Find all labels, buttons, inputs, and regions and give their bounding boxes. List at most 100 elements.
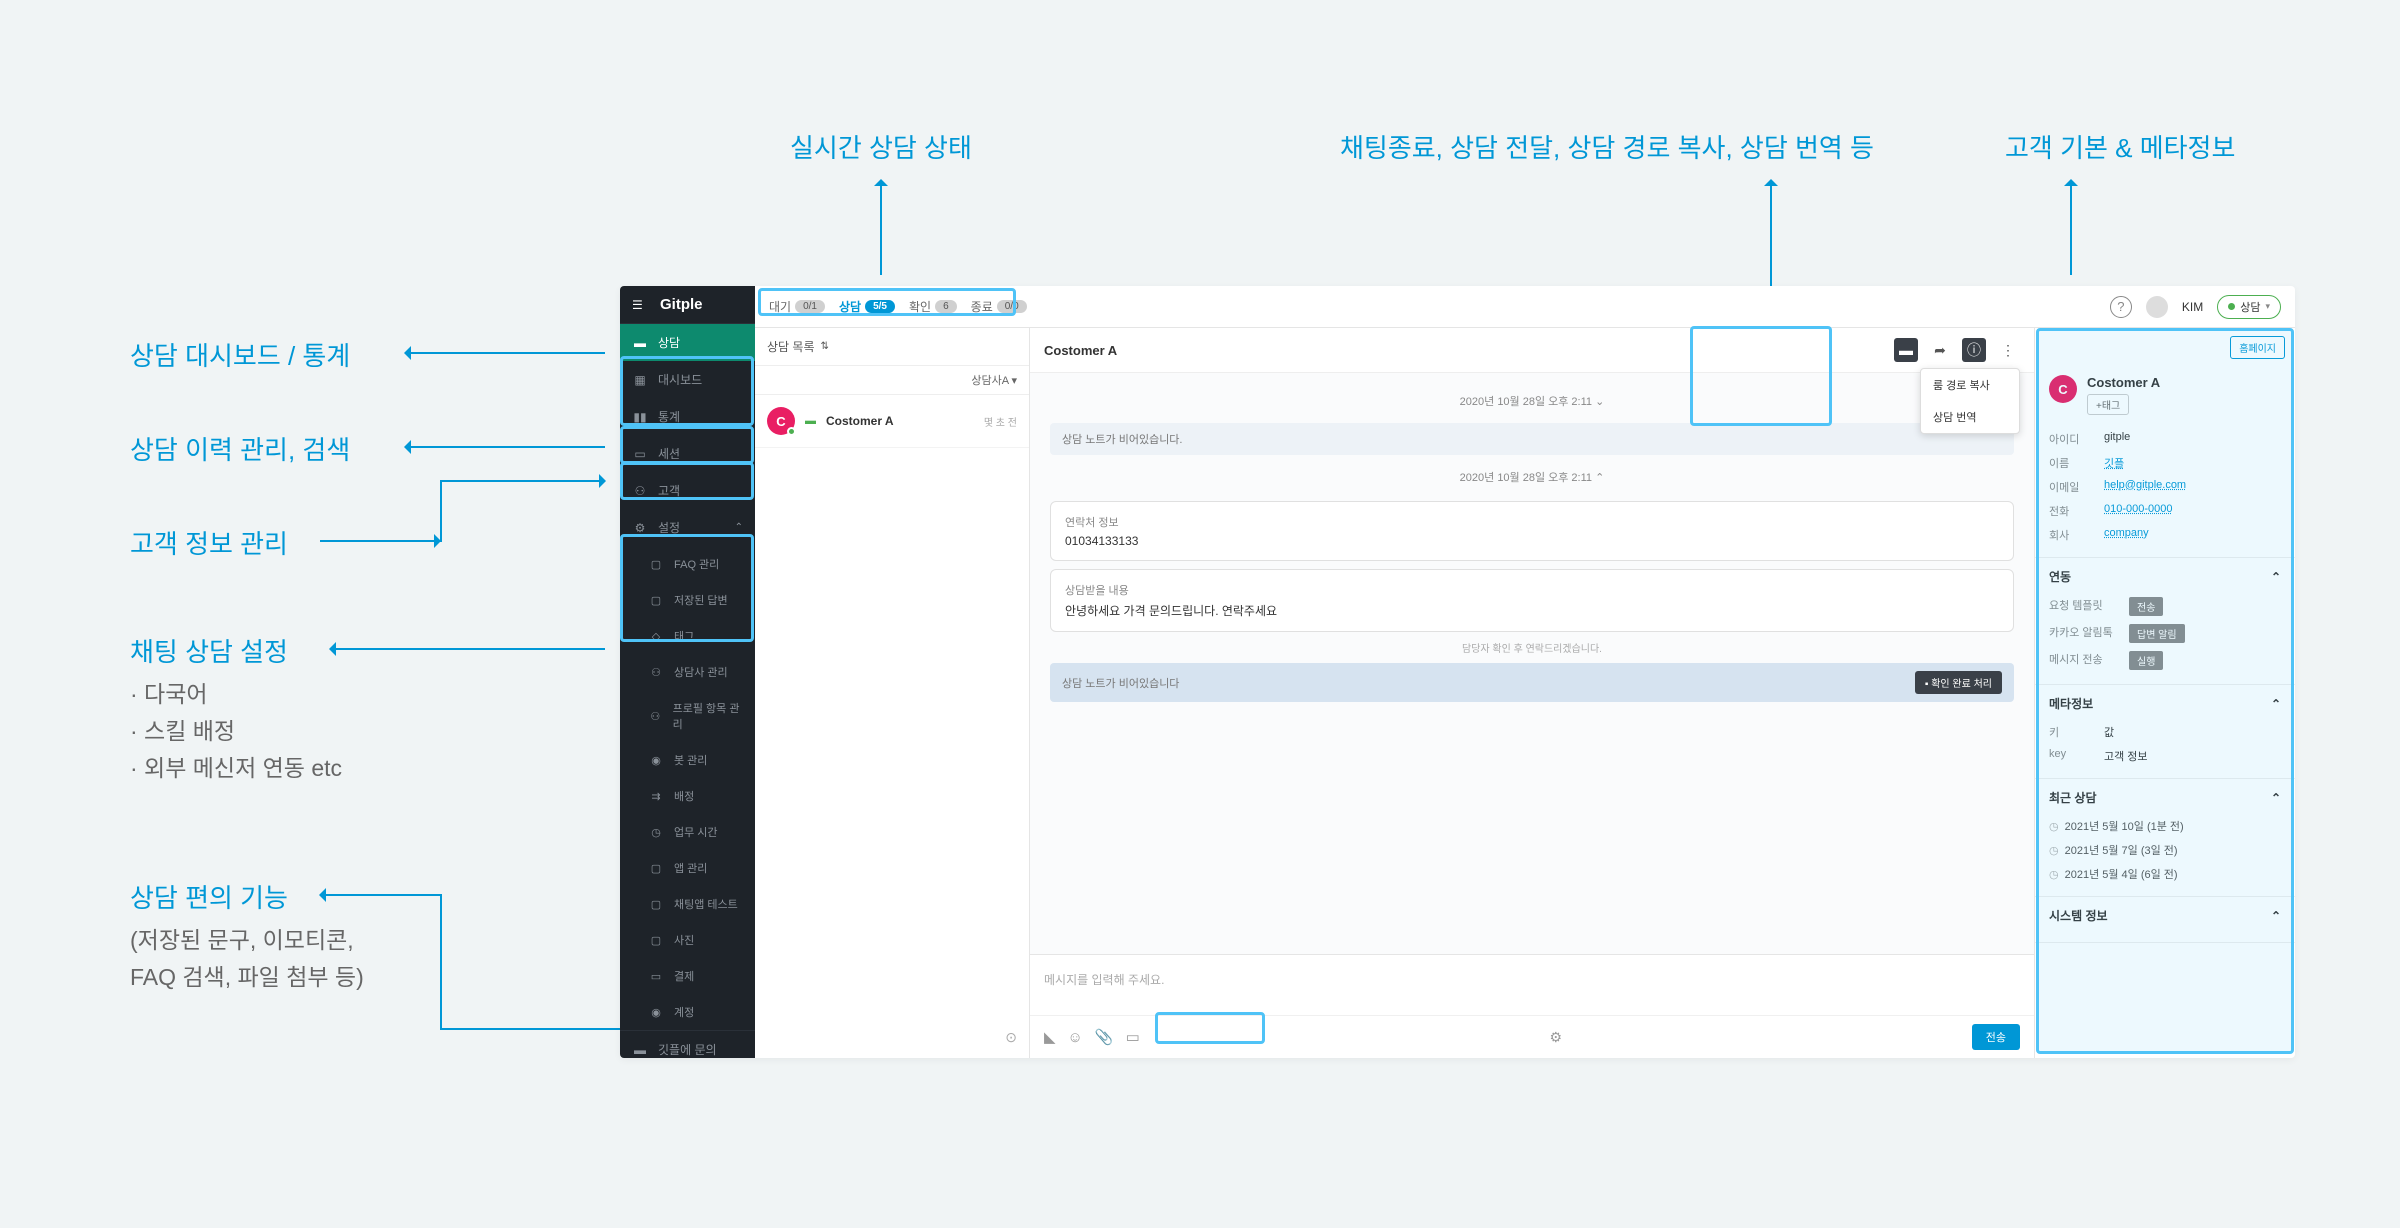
message-label: 연락처 정보: [1065, 514, 1999, 530]
header: 대기 0/1 상담 5/5 확인 6 종료 0/0 ?: [755, 286, 2295, 328]
folder-icon: ▭: [632, 446, 648, 462]
sidebar-item-assign[interactable]: ⇉ 배정: [620, 778, 755, 814]
note-row: 상담 노트가 비어있습니다 ▪ 확인 완료 처리: [1050, 663, 2014, 702]
emoji-icon[interactable]: ☺: [1068, 1029, 1083, 1046]
sidebar-item-session[interactable]: ▭ 세션: [620, 435, 755, 472]
annotation-customer-info: 고객 기본 & 메타정보: [2005, 130, 2235, 166]
status-dropdown[interactable]: 상담 ▾: [2217, 295, 2281, 319]
chevron-up-icon[interactable]: ⌃: [2271, 697, 2281, 711]
sidebar-item-settings[interactable]: ⚙ 설정 ⌃: [620, 509, 755, 546]
kakao-notify-button[interactable]: 답변 알림: [2129, 624, 2185, 643]
sidebar-item-bot-mgmt[interactable]: ◉ 봇 관리: [620, 742, 755, 778]
sidebar-item-chatapp-test[interactable]: ▢ 채팅앱 테스트: [620, 886, 755, 922]
annotation-customer-mgmt: 고객 정보 관리: [130, 526, 288, 562]
list-settings-icon[interactable]: ⊙: [755, 1017, 1029, 1058]
clock-icon: ◷: [2049, 868, 2059, 881]
customer-name: Costomer A: [826, 414, 974, 428]
sidebar-item-contact[interactable]: ▬ 깃플에 문의: [620, 1031, 755, 1058]
status-dot-icon: [2228, 303, 2235, 310]
clock-icon: ◷: [2049, 820, 2059, 833]
annotation-chat-actions: 채팅종료, 상담 전달, 상담 경로 복사, 상담 번역 등: [1340, 130, 1874, 166]
note-empty: 상담 노트가 비어있습니다.: [1050, 423, 2014, 455]
input-settings-icon[interactable]: ⚙: [1549, 1029, 1562, 1046]
message-input[interactable]: 메시지를 입력해 주세요.: [1030, 955, 2034, 1015]
arrow-icon: [880, 180, 882, 275]
arrow-icon: [330, 648, 605, 650]
more-menu-button[interactable]: ⋮: [1996, 338, 2020, 362]
chevron-up-icon[interactable]: ⌃: [2271, 791, 2281, 805]
sidebar-item-profile-mgmt[interactable]: ⚇ 프로필 항목 관리: [620, 690, 755, 742]
message-card: 상담받을 내용 안녕하세요 가격 문의드립니다. 연락주세요: [1050, 569, 2014, 632]
arrow-icon: [405, 446, 605, 448]
meta-section: 메타정보⌃ 키값 key고객 정보: [2035, 685, 2295, 779]
tab-waiting[interactable]: 대기 0/1: [769, 298, 825, 315]
chat-toolbar: ◣ ☺ 📎 ▭ ⚙ 전송: [1030, 1015, 2034, 1058]
body: 상담 목록 ⇅ 상담사A ▾ C ▬ Costomer A 몇 초 전 ⊙: [755, 328, 2295, 1058]
contact-icon: ▬: [632, 1042, 648, 1058]
main-content: 대기 0/1 상담 5/5 확인 6 종료 0/0 ?: [755, 286, 2295, 1058]
tab-end[interactable]: 종료 0/0: [971, 298, 1027, 315]
chevron-up-icon[interactable]: ⌃: [2271, 909, 2281, 923]
logo: Gitple: [660, 296, 703, 313]
confirm-complete-button[interactable]: ▪ 확인 완료 처리: [1915, 671, 2002, 694]
document-icon: ▢: [648, 556, 664, 572]
chevron-up-icon[interactable]: ⌃: [2271, 570, 2281, 584]
app-window: ☰ Gitple ▬ 상담 ▦ 대시보드 ▮▮ 통계 ▭ 세션 ⚇ 고객 ⚙ 설…: [620, 286, 2295, 1058]
bot-icon: ◉: [648, 752, 664, 768]
arrow-icon: [440, 480, 605, 482]
photo-icon: ▢: [648, 932, 664, 948]
conversation-item[interactable]: C ▬ Costomer A 몇 초 전: [755, 395, 1029, 448]
attach-icon[interactable]: 📎: [1095, 1028, 1114, 1046]
chat-header: Costomer A ▬ ➦ ⓘ ⋮ 룸 경로 복사 상담 번역: [1030, 328, 2034, 373]
tag-icon: ◇: [648, 628, 664, 644]
timestamp: 2020년 10월 28일 오후 2:11 ⌄: [1050, 385, 2014, 417]
sidebar-item-payment[interactable]: ▭ 결제: [620, 958, 755, 994]
copy-room-path[interactable]: 룸 경로 복사: [1921, 369, 2019, 401]
bookmark-icon[interactable]: ◣: [1044, 1028, 1056, 1046]
time-label: 몇 초 전: [984, 414, 1017, 429]
chevron-down-icon: ▾: [2265, 301, 2270, 312]
homepage-button[interactable]: 홈페이지: [2230, 336, 2285, 359]
sidebar-item-saved[interactable]: ▢ 저장된 답변: [620, 582, 755, 618]
annotation-history: 상담 이력 관리, 검색: [130, 432, 350, 468]
chat-panel: Costomer A ▬ ➦ ⓘ ⋮ 룸 경로 복사 상담 번역 2020년 1…: [1030, 328, 2035, 1058]
forward-button[interactable]: ➦: [1928, 338, 1952, 362]
status-tabs: 대기 0/1 상담 5/5 확인 6 종료 0/0: [769, 298, 1027, 315]
tab-confirm[interactable]: 확인 6: [909, 298, 957, 315]
recent-item[interactable]: ◷2021년 5월 4일 (6일 전): [2049, 862, 2281, 886]
add-tag-button[interactable]: +태그: [2087, 394, 2129, 415]
send-button[interactable]: 전송: [1972, 1024, 2020, 1050]
send-message-button[interactable]: 실행: [2129, 651, 2163, 670]
sidebar-item-dashboard[interactable]: ▦ 대시보드: [620, 361, 755, 398]
tab-chat[interactable]: 상담 5/5: [839, 298, 895, 315]
sort-icon[interactable]: ⇅: [821, 341, 829, 352]
hamburger-icon[interactable]: ☰: [632, 298, 650, 312]
sidebar-item-faq[interactable]: ▢ FAQ 관리: [620, 546, 755, 582]
sidebar-item-hours[interactable]: ◷ 업무 시간: [620, 814, 755, 850]
clock-icon: ◷: [2049, 844, 2059, 857]
help-icon[interactable]: ?: [2110, 296, 2132, 318]
dashboard-icon: ▦: [632, 372, 648, 388]
end-chat-button[interactable]: ▬: [1894, 338, 1918, 362]
send-template-button[interactable]: 전송: [2129, 597, 2163, 616]
save-icon: ▢: [648, 592, 664, 608]
chat-title: Costomer A: [1044, 343, 1117, 358]
translate-chat[interactable]: 상담 번역: [1921, 401, 2019, 433]
recent-item[interactable]: ◷2021년 5월 10일 (1분 전): [2049, 814, 2281, 838]
sidebar-item-agent-mgmt[interactable]: ⚇ 상담사 관리: [620, 654, 755, 690]
recent-item[interactable]: ◷2021년 5월 7일 (3일 전): [2049, 838, 2281, 862]
sidebar-item-account[interactable]: ◉ 계정: [620, 994, 755, 1030]
chat-input-area: 메시지를 입력해 주세요. ◣ ☺ 📎 ▭ ⚙ 전송: [1030, 954, 2034, 1058]
sidebar-item-stats[interactable]: ▮▮ 통계: [620, 398, 755, 435]
message-text: 안녕하세요 가격 문의드립니다. 연락주세요: [1065, 602, 1999, 619]
info-button[interactable]: ⓘ: [1962, 338, 1986, 362]
sidebar-item-chat[interactable]: ▬ 상담: [620, 324, 755, 361]
sidebar-item-tag[interactable]: ◇ 태그: [620, 618, 755, 654]
user-avatar[interactable]: [2146, 296, 2168, 318]
sidebar-item-customer[interactable]: ⚇ 고객: [620, 472, 755, 509]
list-filter-dropdown[interactable]: 상담사A ▾: [755, 366, 1029, 395]
arrow-icon: [320, 540, 440, 542]
sidebar-item-photo[interactable]: ▢ 사진: [620, 922, 755, 958]
book-icon[interactable]: ▭: [1126, 1028, 1140, 1046]
sidebar-item-app-mgmt[interactable]: ▢ 앱 관리: [620, 850, 755, 886]
